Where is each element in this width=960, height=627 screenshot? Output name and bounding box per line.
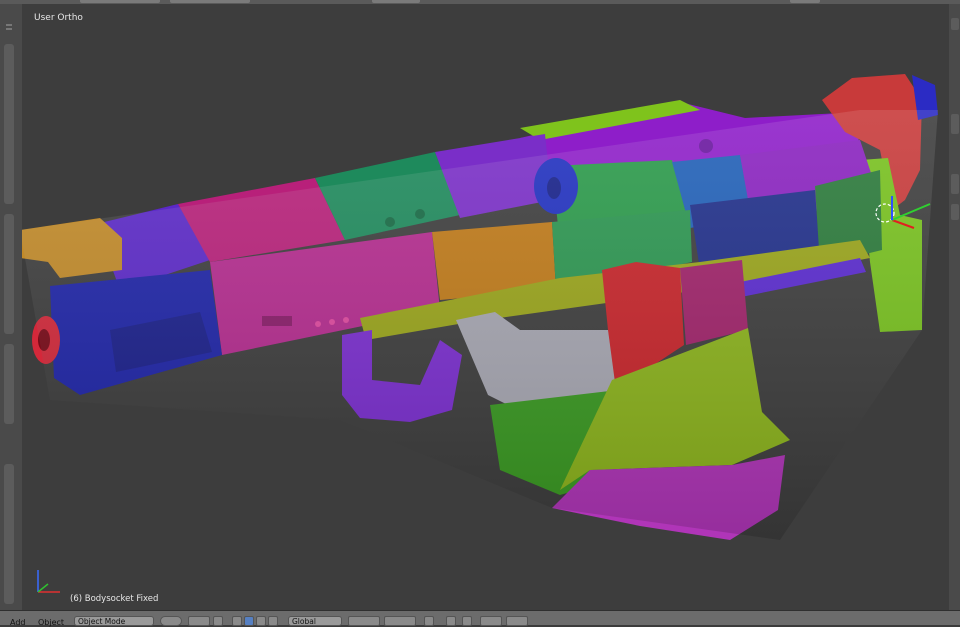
layer-buttons-a[interactable] <box>348 616 380 626</box>
orientation-select-label: Global <box>292 617 316 626</box>
header-field-4[interactable] <box>790 0 820 3</box>
orientation-select[interactable]: Global <box>288 616 342 626</box>
header-field-3[interactable] <box>372 0 420 3</box>
axis-icon <box>37 570 60 593</box>
3d-view-header: Add Object Object Mode Global <box>0 610 960 627</box>
3d-model-render[interactable] <box>22 4 949 610</box>
region-tab-1[interactable] <box>951 114 959 134</box>
tool-shelf-tab-2[interactable] <box>4 214 14 334</box>
header-field-2[interactable] <box>170 0 250 3</box>
plus-icon[interactable] <box>951 18 959 30</box>
tool-shelf-tab-4[interactable] <box>4 464 14 604</box>
scale-icon[interactable] <box>268 616 278 626</box>
proportional-icon[interactable] <box>446 616 456 626</box>
translate-icon[interactable] <box>244 616 254 626</box>
3d-viewport[interactable]: User Ortho (6) Bodysocket Fixed <box>22 4 949 610</box>
tool-shelf-tab-3[interactable] <box>4 344 14 424</box>
properties-region-edge[interactable] <box>949 4 960 610</box>
manipulator-icon[interactable] <box>232 616 242 626</box>
pivot-icon[interactable] <box>188 616 210 626</box>
region-tab-2[interactable] <box>951 174 959 194</box>
falloff-icon[interactable] <box>462 616 472 626</box>
rotate-icon[interactable] <box>256 616 266 626</box>
tool-shelf-tab-1[interactable] <box>4 44 14 204</box>
layers-icon[interactable] <box>213 616 223 626</box>
shading-overlay <box>22 110 938 540</box>
region-tab-3[interactable] <box>951 204 959 220</box>
snap-icon[interactable] <box>480 616 502 626</box>
mode-select-label: Object Mode <box>78 617 126 626</box>
render-icon[interactable] <box>506 616 528 626</box>
object-menu[interactable]: Object <box>38 618 64 627</box>
grip-icon <box>6 24 12 26</box>
tool-shelf-edge[interactable] <box>0 4 22 610</box>
layer-buttons-b[interactable] <box>384 616 416 626</box>
grip-icon <box>6 28 12 30</box>
shading-icon[interactable] <box>160 616 182 626</box>
mode-select[interactable]: Object Mode <box>74 616 154 626</box>
add-menu[interactable]: Add <box>10 618 26 627</box>
lock-icon[interactable] <box>424 616 434 626</box>
active-object-label: (6) Bodysocket Fixed <box>70 594 159 604</box>
header-field-1[interactable] <box>80 0 160 3</box>
